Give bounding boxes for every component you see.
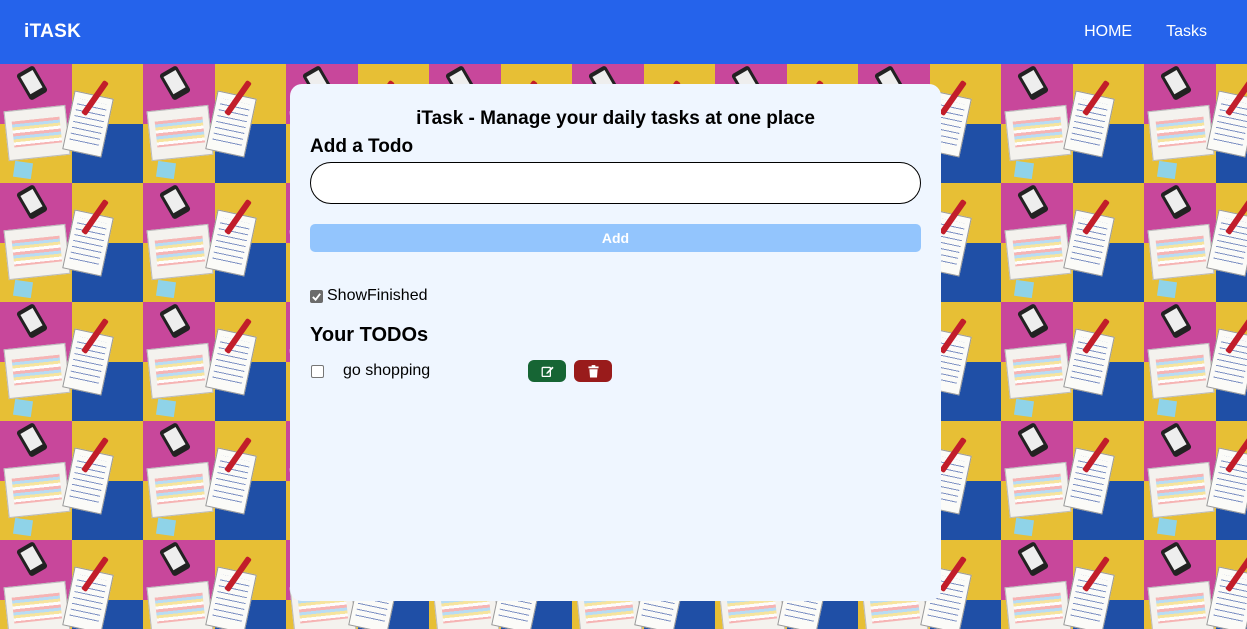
nav-links: HOME Tasks	[1084, 23, 1207, 41]
todo-complete-checkbox[interactable]	[311, 364, 324, 378]
background-tile	[1001, 64, 1144, 183]
background-tile	[0, 64, 143, 183]
add-button[interactable]: Add	[310, 224, 921, 252]
background-tile	[1001, 302, 1144, 421]
show-finished-checkbox[interactable]	[310, 289, 323, 303]
background-tile	[0, 540, 143, 629]
background-tile	[143, 540, 286, 629]
add-todo-title: Add a Todo	[310, 136, 414, 157]
background-tile	[143, 421, 286, 540]
background-tile	[1144, 64, 1247, 183]
background-tile	[143, 64, 286, 183]
background-tile	[1001, 540, 1144, 629]
todo-list: go shopping	[310, 360, 921, 382]
background-tile	[1144, 183, 1247, 302]
background-tile	[0, 183, 143, 302]
todo-input[interactable]	[310, 162, 921, 204]
trash-icon	[587, 364, 599, 377]
delete-button[interactable]	[574, 360, 612, 382]
todo-text: go shopping	[343, 362, 431, 379]
background-tile	[1144, 421, 1247, 540]
edit-icon	[541, 366, 554, 377]
background-tile	[143, 183, 286, 302]
background-tile	[0, 421, 143, 540]
show-finished-label: ShowFinished	[327, 287, 428, 304]
nav-link-home[interactable]: HOME	[1084, 23, 1132, 41]
brand-logo[interactable]: iTASK	[24, 21, 81, 43]
show-finished-toggle[interactable]: ShowFinished	[310, 287, 921, 305]
page-title: iTask - Manage your daily tasks at one p…	[416, 108, 815, 129]
background-tile	[1144, 302, 1247, 421]
main-card: iTask - Manage your daily tasks at one p…	[290, 84, 941, 601]
background-tile	[0, 302, 143, 421]
background-tile	[1001, 421, 1144, 540]
navbar: iTASK HOME Tasks	[0, 0, 1247, 64]
background-tile	[143, 302, 286, 421]
todos-title: Your TODOs	[310, 324, 429, 346]
todo-item: go shopping	[310, 360, 921, 382]
nav-link-tasks[interactable]: Tasks	[1166, 23, 1207, 41]
background-tile	[1144, 540, 1247, 629]
background-tile	[1001, 183, 1144, 302]
edit-button[interactable]	[528, 360, 566, 382]
check-icon	[312, 292, 321, 301]
